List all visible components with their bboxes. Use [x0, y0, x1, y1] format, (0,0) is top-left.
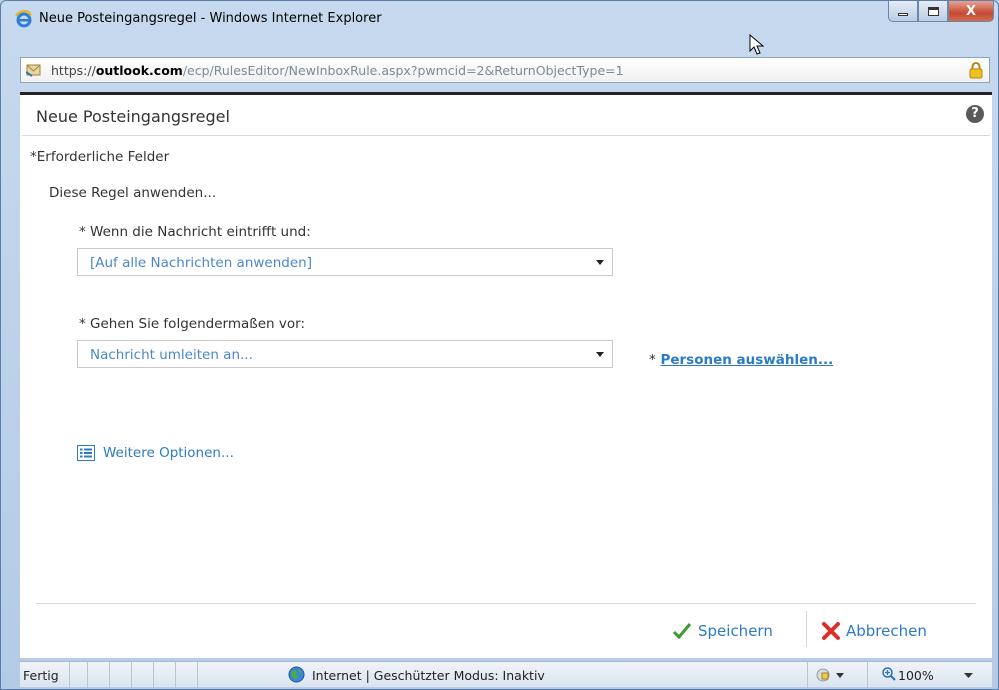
status-cell-empty	[154, 662, 176, 688]
maximize-button[interactable]	[918, 1, 948, 22]
header-divider	[22, 135, 990, 136]
status-text: Fertig	[23, 668, 59, 683]
status-cell: Fertig	[20, 662, 70, 688]
window-controls: X	[888, 1, 994, 23]
dialog-title: Neue Posteingangsregel	[36, 107, 230, 126]
chevron-down-icon	[964, 673, 973, 678]
cross-icon	[822, 622, 840, 640]
url-text[interactable]: https://outlook.com/ecp/RulesEditor/NewI…	[51, 63, 624, 78]
people-picker: * Personen auswählen...	[649, 352, 833, 368]
status-cell-empty	[132, 662, 154, 688]
address-bar[interactable]: https://outlook.com/ecp/RulesEditor/NewI…	[20, 57, 990, 83]
internet-explorer-icon	[15, 10, 32, 28]
status-bar: Fertig Internet | Geschützter Modus: Ina…	[20, 661, 992, 688]
action-selected-value: Nachricht umleiten an...	[90, 347, 253, 363]
mouse-cursor-icon	[749, 34, 765, 55]
window-title: Neue Posteingangsregel - Windows Interne…	[39, 11, 382, 26]
more-options-label: Weitere Optionen...	[103, 445, 234, 461]
required-star: *	[649, 352, 656, 368]
apply-rule-label: Diese Regel anwenden...	[49, 185, 217, 201]
dialog-content: Neue Posteingangsregel ? *Erforderliche …	[20, 92, 992, 658]
close-icon: X	[965, 3, 977, 19]
status-cell-empty	[88, 662, 110, 688]
url-domain: outlook.com	[95, 63, 183, 78]
required-fields-note: *Erforderliche Felder	[30, 149, 170, 165]
url-path: /ecp/RulesEditor/NewInboxRule.aspx?pwmci…	[182, 63, 624, 78]
button-separator	[806, 611, 807, 647]
protected-mode-icon	[816, 668, 844, 682]
cancel-button[interactable]: Abbrechen	[821, 614, 927, 648]
chevron-down-icon	[596, 260, 604, 265]
zoom-icon	[882, 667, 896, 681]
close-button[interactable]: X	[948, 1, 994, 22]
status-cell-empty	[176, 662, 198, 688]
minimize-button[interactable]	[888, 1, 918, 22]
condition-select[interactable]: [Auf alle Nachrichten anwenden]	[77, 248, 613, 276]
cancel-label: Abbrechen	[846, 622, 927, 640]
protected-mode-cell[interactable]	[808, 662, 868, 688]
zone-cell[interactable]: Internet | Geschützter Modus: Inaktiv	[198, 662, 808, 688]
page-icon	[26, 64, 41, 77]
save-button[interactable]: Speichern	[672, 614, 773, 648]
status-cell-empty	[70, 662, 88, 688]
footer-divider	[36, 603, 976, 604]
chevron-down-icon	[596, 352, 604, 357]
security-zone-text: Internet | Geschützter Modus: Inaktiv	[312, 668, 545, 683]
select-people-link[interactable]: Personen auswählen...	[660, 352, 833, 368]
condition-label: * Wenn die Nachricht eintrifft und:	[79, 224, 311, 240]
help-icon[interactable]: ?	[966, 105, 984, 123]
list-icon	[77, 445, 95, 461]
status-cell-empty	[110, 662, 132, 688]
more-options-link[interactable]: Weitere Optionen...	[77, 445, 234, 461]
lock-icon[interactable]	[969, 61, 983, 79]
browser-window: Neue Posteingangsregel - Windows Interne…	[0, 0, 999, 690]
condition-selected-value: [Auf alle Nachrichten anwenden]	[90, 255, 312, 271]
zoom-level: 100%	[898, 668, 934, 683]
save-label: Speichern	[698, 622, 773, 640]
checkmark-icon	[672, 623, 692, 640]
title-bar: Neue Posteingangsregel - Windows Interne…	[1, 1, 998, 37]
url-protocol: https://	[51, 63, 96, 78]
action-label: * Gehen Sie folgendermaßen vor:	[79, 316, 306, 332]
maximize-icon	[927, 6, 939, 16]
action-select[interactable]: Nachricht umleiten an...	[77, 340, 613, 368]
minimize-icon	[898, 12, 908, 16]
zoom-cell[interactable]: 100%	[868, 662, 992, 688]
